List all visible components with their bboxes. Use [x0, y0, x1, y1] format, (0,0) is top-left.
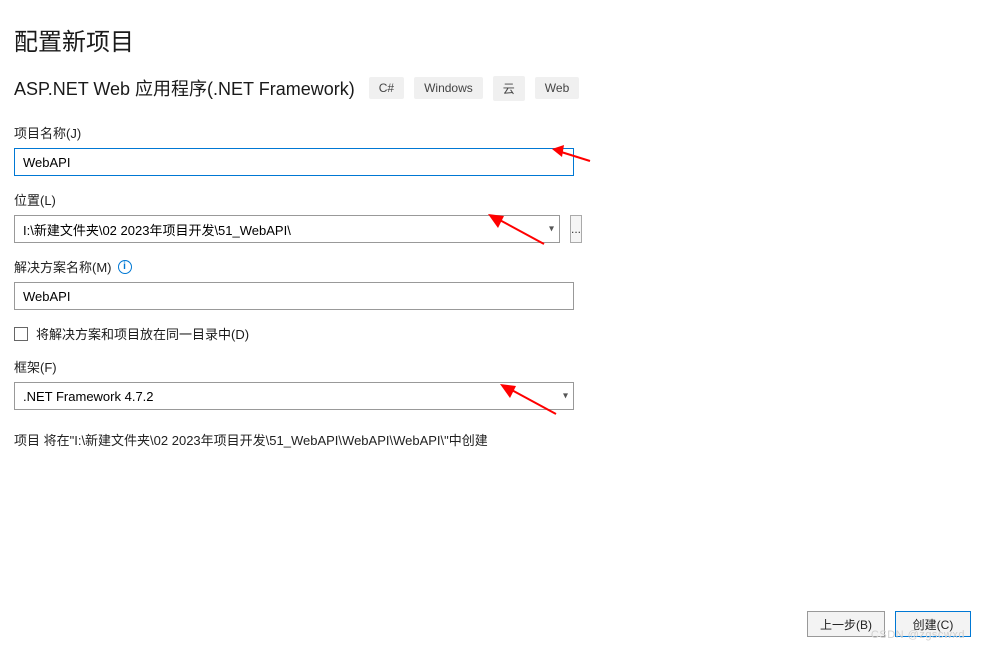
framework-select[interactable]	[14, 382, 574, 410]
back-button[interactable]: 上一步(B)	[807, 611, 885, 637]
location-input[interactable]	[14, 215, 560, 243]
tag-web: Web	[535, 77, 579, 99]
project-name-label: 项目名称(J)	[14, 123, 574, 142]
project-type-title: ASP.NET Web 应用程序(.NET Framework)	[14, 75, 355, 101]
same-directory-checkbox[interactable]	[14, 327, 28, 341]
solution-name-label: 解决方案名称(M) i	[14, 257, 574, 276]
info-icon: i	[118, 260, 132, 274]
create-button[interactable]: 创建(C)	[895, 611, 971, 637]
same-directory-label: 将解决方案和项目放在同一目录中(D)	[36, 324, 249, 343]
tag-cloud: 云	[493, 76, 525, 101]
create-path-summary: 项目 将在"I:\新建文件夹\02 2023年项目开发\51_WebAPI\We…	[14, 430, 574, 449]
browse-button[interactable]: ...	[570, 215, 582, 243]
solution-name-input[interactable]	[14, 282, 574, 310]
framework-label: 框架(F)	[14, 357, 574, 376]
tag-windows: Windows	[414, 77, 483, 99]
tag-csharp: C#	[369, 77, 404, 99]
location-label: 位置(L)	[14, 190, 574, 209]
page-title: 配置新项目	[14, 22, 971, 57]
project-type-row: ASP.NET Web 应用程序(.NET Framework) C# Wind…	[14, 75, 971, 101]
same-directory-row[interactable]: 将解决方案和项目放在同一目录中(D)	[14, 324, 574, 343]
solution-name-label-text: 解决方案名称(M)	[14, 257, 112, 276]
project-name-input[interactable]	[14, 148, 574, 176]
